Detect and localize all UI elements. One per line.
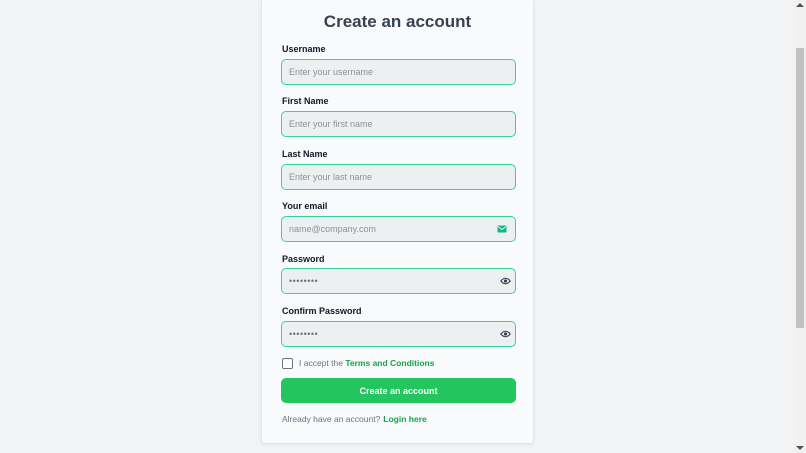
login-link[interactable]: Login here <box>383 414 426 424</box>
login-prompt-text: Already have an account? <box>282 414 381 424</box>
create-account-button[interactable]: Create an account <box>281 378 516 403</box>
terms-text: I accept the Terms and Conditions <box>299 358 434 368</box>
first-name-label: First Name <box>282 96 329 106</box>
last-name-input[interactable] <box>281 164 516 190</box>
last-name-label: Last Name <box>282 149 328 159</box>
eye-icon[interactable] <box>499 275 511 287</box>
page-viewport: Create an account Username First Name La… <box>0 0 794 453</box>
eye-icon[interactable] <box>499 328 511 340</box>
password-input[interactable] <box>281 268 516 294</box>
signup-card: Create an account Username First Name La… <box>261 0 534 444</box>
confirm-password-label: Confirm Password <box>282 306 362 316</box>
username-label: Username <box>282 44 326 54</box>
terms-prefix: I accept the <box>299 358 343 368</box>
terms-link[interactable]: Terms and Conditions <box>345 358 434 368</box>
username-input[interactable] <box>281 59 516 85</box>
email-input[interactable] <box>281 216 516 242</box>
vertical-scrollbar[interactable] <box>794 0 806 453</box>
terms-row: I accept the Terms and Conditions <box>282 356 434 370</box>
page-title: Create an account <box>323 12 472 31</box>
scroll-up-arrow-icon[interactable] <box>796 3 804 7</box>
scrollbar-thumb[interactable] <box>796 48 804 328</box>
first-name-input[interactable] <box>281 111 516 137</box>
login-prompt: Already have an account? Login here <box>282 414 427 424</box>
scroll-down-arrow-icon[interactable] <box>796 446 804 450</box>
envelope-icon <box>496 223 508 235</box>
password-label: Password <box>282 254 325 264</box>
email-label: Your email <box>282 201 328 211</box>
confirm-password-input[interactable] <box>281 321 516 347</box>
terms-checkbox[interactable] <box>282 357 293 369</box>
